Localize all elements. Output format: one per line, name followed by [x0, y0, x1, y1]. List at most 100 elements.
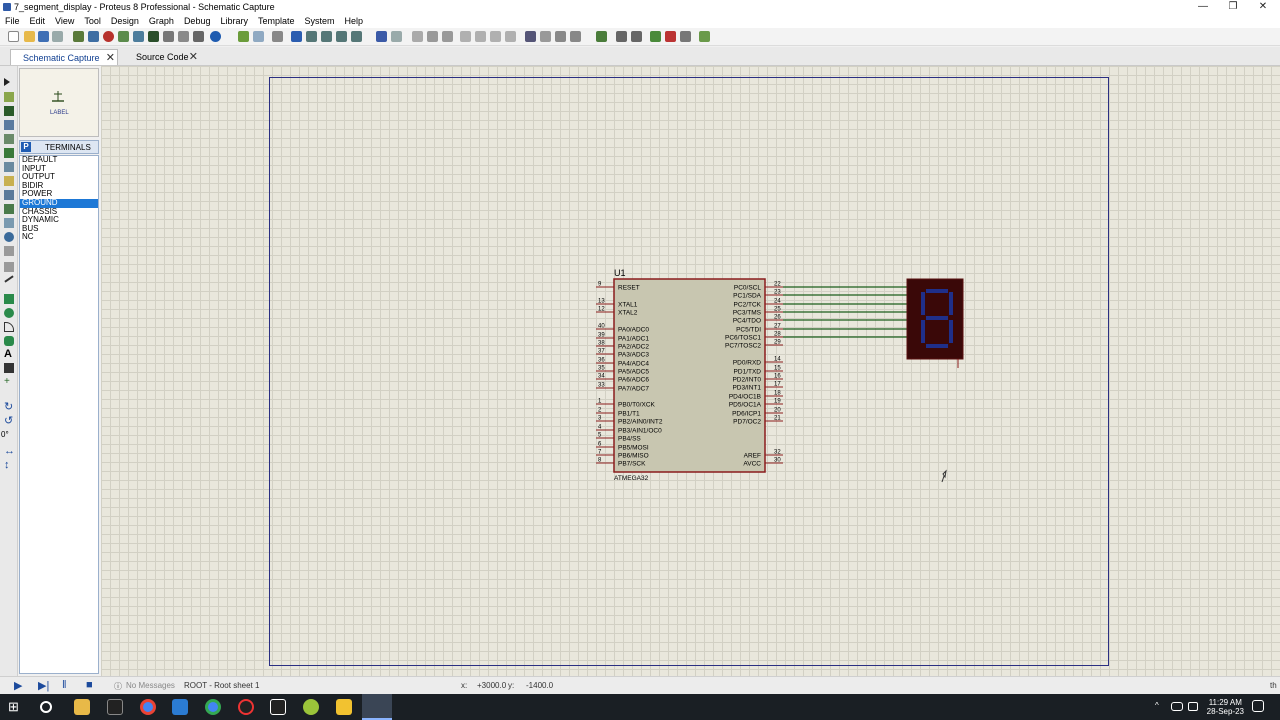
chip-pin-number: 39	[598, 333, 605, 339]
clock-time: 11:29 AM	[1208, 698, 1242, 707]
chip-pin-number: 22	[774, 282, 781, 288]
chip-pin-label: PC1/SDA	[733, 293, 761, 300]
windows-taskbar: ⊞ ^ 11:29 AM 28-Sep-23	[0, 694, 1280, 720]
chip-pin-label: AREF	[744, 453, 761, 460]
chrome-profile-icon[interactable]	[205, 699, 221, 715]
app-icon-generic[interactable]	[270, 699, 286, 715]
sticky-notes-icon[interactable]	[336, 699, 352, 715]
chip-pin-label: PD0/RXD	[733, 360, 761, 367]
x-coordinate: +3000.0	[477, 681, 507, 690]
chip-pin-number: 18	[774, 391, 781, 397]
chip-pin-label: PD3/INT1	[732, 385, 761, 392]
chip-pin-label: XTAL2	[618, 310, 638, 317]
chip-pin-label: PB7/SCK	[618, 461, 646, 468]
chip-pin-label: PC4/TDO	[733, 318, 761, 325]
chip-pin-number: 30	[774, 458, 781, 464]
chip-pin-number: 36	[598, 358, 605, 364]
volume-icon[interactable]	[1188, 702, 1198, 711]
x-label: x:	[461, 681, 468, 690]
chip-pin-label: PA3/ADC3	[618, 352, 649, 359]
chip-pin-number: 27	[774, 324, 781, 330]
chip-pin-label: PC0/SCL	[734, 285, 761, 292]
chip-pin-label: PB6/MISO	[618, 453, 649, 460]
chip-pin-label: PC6/TOSC1	[725, 335, 761, 342]
chip-pin-label: PA7/ADC7	[618, 386, 649, 393]
chip-pin-label: PC7/TOSC2	[725, 343, 761, 350]
chip-pin-label: PC2/TCK	[734, 302, 762, 309]
chip-pin-number: 23	[774, 290, 781, 296]
chip-pin-number: 19	[774, 399, 781, 405]
chip-pin-label: PD2/INT0	[732, 377, 761, 384]
status-bar: ▶ ▶| ‖ ■ ⓘ No Messages ROOT - Root sheet…	[0, 676, 1280, 694]
chip-pin-label: PA0/ADC0	[618, 327, 649, 334]
chip-pin-label: PB4/SS	[618, 436, 641, 443]
clock-date: 28-Sep-23	[1206, 707, 1244, 716]
chip-pin-number: 20	[774, 408, 781, 414]
tray-chevron-icon[interactable]: ^	[1155, 701, 1163, 710]
chip-pin-number: 29	[774, 340, 781, 346]
chip-pin-number: 25	[774, 307, 781, 313]
chip-pin-label: PD6/ICP1	[732, 411, 761, 418]
search-icon[interactable]	[40, 701, 52, 713]
schematic-drawing: U1 ATMEGA32 9 RESET13 XTAL112 XTAL240 PA0/AD…	[596, 268, 964, 483]
chip-pin-label: RESET	[618, 285, 640, 292]
taskbar-clock[interactable]: 11:29 AM 28-Sep-23	[1207, 698, 1244, 716]
chip-pin-label: PD7/OC2	[733, 419, 761, 426]
chip-pin-number: 34	[598, 374, 605, 380]
chrome-icon[interactable]	[140, 699, 156, 715]
chip-pin-label: PD5/OC1A	[729, 402, 762, 409]
play-icon[interactable]: ▶	[14, 679, 22, 692]
chip-pin-number: 35	[598, 366, 605, 372]
chip-pin-label: PB5/MOSI	[618, 445, 649, 452]
chip-pin-number: 26	[774, 315, 781, 321]
terminal-icon[interactable]	[107, 699, 123, 715]
chip-pin-number: 40	[598, 324, 605, 330]
mouse-pointer-icon	[941, 469, 947, 483]
chip-pin-number: 15	[774, 366, 781, 372]
windows-start-icon[interactable]: ⊞	[8, 699, 24, 715]
chip-pin-number: 13	[598, 299, 605, 305]
chip-pin-label: PA1/ADC1	[618, 336, 649, 343]
chip-pin-number: 16	[774, 374, 781, 380]
notification-icon[interactable]	[1252, 700, 1264, 712]
chip-pin-label: PA2/ADC2	[618, 344, 649, 351]
chip-pin-number: 33	[598, 383, 605, 389]
chip-reference[interactable]: U1	[614, 268, 626, 278]
chip-pin-number: 24	[774, 299, 781, 305]
chip-pin-number: 38	[598, 341, 605, 347]
chip-pin-number: 21	[774, 416, 781, 422]
chip-pin-number: 28	[774, 332, 781, 338]
pause-icon[interactable]: ‖	[62, 679, 67, 691]
chip-pin-label: PB0/T0/XCK	[618, 402, 656, 409]
chip-pin-label: AVCC	[743, 461, 761, 468]
chip-pin-label: PC5/TDI	[736, 327, 761, 334]
chip-pin-label: PB3/AIN1/OC0	[618, 428, 662, 435]
chip-pin-label: PA6/ADC6	[618, 377, 649, 384]
step-icon[interactable]: ▶|	[38, 679, 49, 692]
recorder-icon[interactable]	[238, 699, 254, 715]
chip-pin-label: PB2/AIN0/INT2	[618, 419, 663, 426]
proteus-taskbar-button[interactable]	[362, 694, 392, 720]
info-icon: ⓘ	[114, 682, 122, 691]
chip-pin-number: 17	[774, 382, 781, 388]
chip-pin-label: PA5/ADC5	[618, 369, 649, 376]
arduino-icon[interactable]	[303, 699, 319, 715]
chip-pin-number: 37	[598, 349, 605, 355]
file-explorer-icon[interactable]	[74, 699, 90, 715]
y-coordinate: -1400.0	[526, 681, 554, 690]
chip-pin-label: PD1/TXD	[734, 369, 762, 376]
stop-icon[interactable]: ■	[86, 679, 93, 691]
sheet-status: ROOT - Root sheet 1	[184, 681, 260, 690]
chip-pin-label: PC3/TMS	[733, 310, 762, 317]
chip-pin-number: 14	[774, 357, 781, 363]
chip-pin-label: PD4/OC1B	[729, 394, 761, 401]
chip-pin-label: PA4/ADC4	[618, 361, 649, 368]
messages-status[interactable]: No Messages	[126, 681, 175, 690]
status-overflow-text: th	[1270, 681, 1277, 690]
chip-part-name: ATMEGA32	[614, 475, 649, 482]
chip-pin-number: 12	[598, 307, 605, 313]
network-icon[interactable]	[1171, 702, 1183, 711]
vscode-icon[interactable]	[172, 699, 188, 715]
chip-pin-number: 32	[774, 450, 781, 456]
chip-pin-label: XTAL1	[618, 302, 638, 309]
